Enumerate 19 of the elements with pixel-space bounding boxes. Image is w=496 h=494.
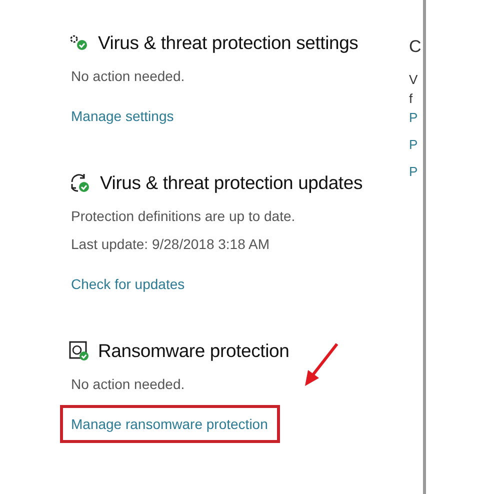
side-link[interactable]: P [409, 162, 423, 181]
status-text: No action needed. [71, 375, 185, 394]
action-link[interactable]: Manage settings [71, 106, 174, 126]
status-text: No action needed. [71, 67, 185, 86]
status-text: Last update: 9/28/2018 3:18 AM [71, 235, 270, 254]
action-link[interactable]: Check for updates [71, 274, 185, 294]
side-text: V [409, 71, 419, 89]
gear-check-icon [69, 34, 89, 52]
section-title: Virus & threat protection settings [98, 32, 358, 54]
side-heading: C [409, 36, 422, 58]
section-title: Virus & threat protection updates [100, 172, 362, 194]
action-link[interactable]: Manage ransomware protection [71, 414, 268, 434]
annotation-arrow [303, 342, 339, 388]
side-link[interactable]: P [409, 135, 423, 154]
status-text: Protection definitions are up to date. [71, 207, 296, 226]
side-link[interactable]: P [409, 108, 423, 127]
section-title: Ransomware protection [98, 340, 290, 362]
refresh-check-icon [69, 173, 91, 193]
side-text: f [409, 90, 414, 108]
